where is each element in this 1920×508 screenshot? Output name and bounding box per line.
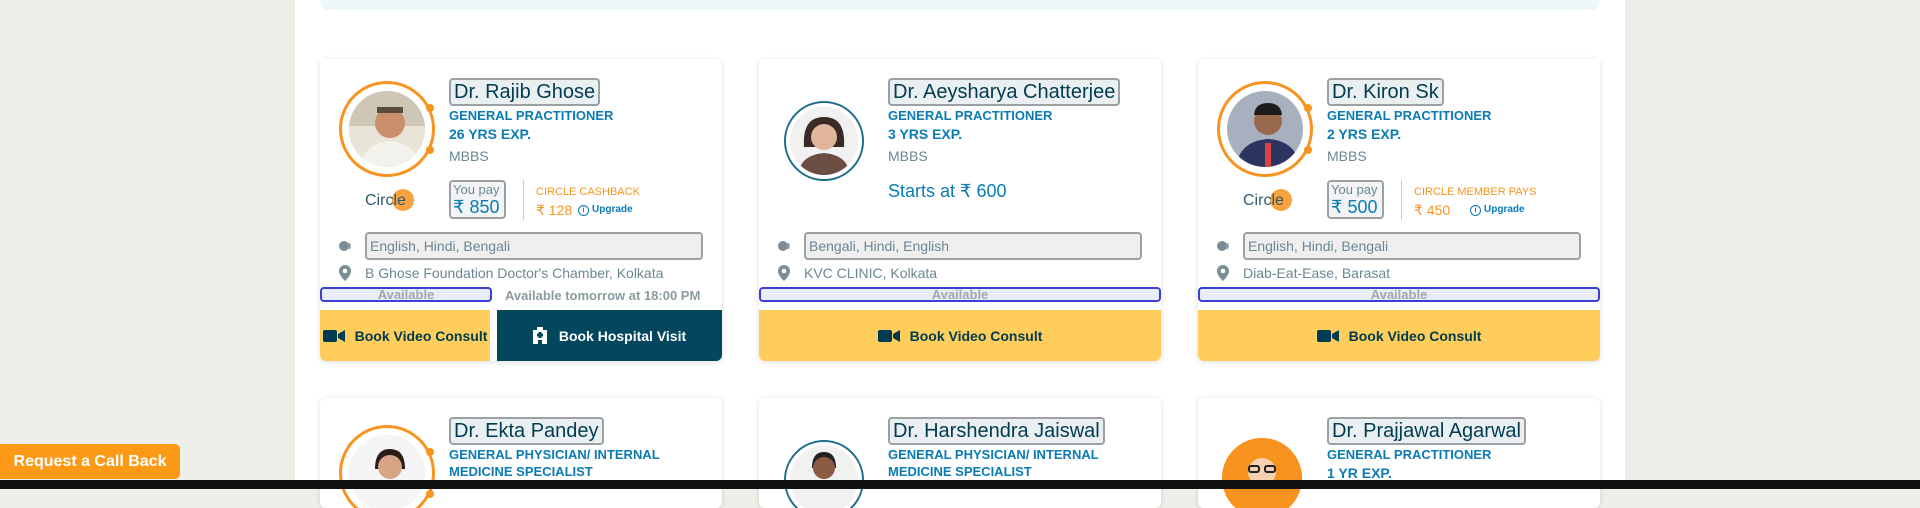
speech-icon xyxy=(1217,241,1229,251)
doctor-name[interactable]: Dr. Ekta Pandey xyxy=(449,417,604,445)
clinic-location: B Ghose Foundation Doctor's Chamber, Kol… xyxy=(365,265,664,281)
request-call-back-button[interactable]: Request a Call Back xyxy=(0,444,180,479)
doctor-avatar[interactable] xyxy=(1222,438,1302,508)
doctor-name[interactable]: Dr. Kiron Sk xyxy=(1327,78,1444,106)
clinic-location: Diab-Eat-Ease, Barasat xyxy=(1243,265,1391,281)
doctor-avatar[interactable] xyxy=(1217,81,1313,177)
doctor-name[interactable]: Dr. Rajib Ghose xyxy=(449,78,601,106)
doctor-name[interactable]: Dr. Aeysharya Chatterjee xyxy=(888,78,1121,106)
doctor-specialty: GENERAL PRACTITIONER xyxy=(1327,447,1492,462)
speech-icon xyxy=(778,241,790,251)
doctor-card[interactable]: Circle Dr. Rajib Ghose GENERAL PRACTITIO… xyxy=(320,59,722,361)
languages-field[interactable]: English, Hindi, Bengali xyxy=(365,232,703,260)
doctor-card[interactable]: Dr. Aeysharya Chatterjee GENERAL PRACTIT… xyxy=(759,59,1161,361)
video-camera-icon xyxy=(322,329,345,342)
languages-field[interactable]: Bengali, Hindi, English xyxy=(804,232,1142,260)
doctor-specialty: GENERAL PHYSICIAN/ INTERNAL MEDICINE SPE… xyxy=(449,447,660,479)
doctor-name[interactable]: Dr. Prajjawal Agarwal xyxy=(1327,417,1526,445)
doctor-card[interactable]: Circle Dr. Kiron Sk GENERAL PRACTITIONER… xyxy=(1198,59,1600,361)
map-pin-icon xyxy=(778,265,790,281)
you-pay-amount: ₹ 850 xyxy=(453,197,500,217)
doctor-specialty: GENERAL PRACTITIONER xyxy=(1327,108,1492,123)
book-hospital-visit-button[interactable]: Book Hospital Visit xyxy=(497,310,722,361)
you-pay-label: You pay xyxy=(453,182,500,197)
doctor-experience: 1 YR EXP. xyxy=(1327,465,1392,481)
you-pay-label: You pay xyxy=(1331,182,1378,197)
doctor-experience: 26 YRS EXP. xyxy=(449,126,531,142)
doctor-experience: 2 YRS EXP. xyxy=(1327,126,1402,142)
map-pin-icon xyxy=(1217,265,1229,281)
circle-logo: Circle xyxy=(1243,189,1292,211)
doctor-qualification: MBBS xyxy=(449,148,489,164)
availability-badge: Available xyxy=(320,287,492,302)
doctor-specialty: GENERAL PHYSICIAN/ INTERNAL MEDICINE SPE… xyxy=(888,447,1099,479)
circle-member-pays-label: CIRCLE MEMBER PAYS xyxy=(1414,186,1537,198)
price-divider xyxy=(523,180,524,220)
languages-field[interactable]: English, Hindi, Bengali xyxy=(1243,232,1581,260)
circle-member-pays-amount: ₹ 450 xyxy=(1414,202,1451,218)
book-video-consult-button[interactable]: Book Video Consult xyxy=(1198,310,1600,361)
top-banner xyxy=(320,0,1600,10)
availability-badge: Available xyxy=(1198,287,1600,302)
price-divider xyxy=(1401,180,1402,220)
book-video-consult-button[interactable]: Book Video Consult xyxy=(759,310,1161,361)
circle-cashback-label: CIRCLE CASHBACK xyxy=(536,186,640,198)
availability-detail: Available tomorrow at 18:00 PM xyxy=(505,288,701,303)
upgrade-link[interactable]: i Upgrade xyxy=(578,204,633,216)
starting-price: Starts at ₹ 600 xyxy=(888,181,1007,201)
doctor-qualification: MBBS xyxy=(1327,148,1367,164)
availability-badge: Available xyxy=(759,287,1161,302)
map-pin-icon xyxy=(339,265,351,281)
you-pay-amount: ₹ 500 xyxy=(1331,197,1378,217)
clinic-location: KVC CLINIC, Kolkata xyxy=(804,265,938,281)
book-video-consult-button[interactable]: Book Video Consult xyxy=(320,310,490,361)
you-pay-box: You pay ₹ 500 xyxy=(1327,180,1384,219)
doctor-card[interactable]: Dr. Prajjawal Agarwal GENERAL PRACTITION… xyxy=(1198,398,1600,508)
doctor-avatar[interactable] xyxy=(339,81,435,177)
doctor-avatar[interactable] xyxy=(784,101,864,181)
info-icon: i xyxy=(578,205,589,216)
video-camera-icon xyxy=(877,329,900,342)
doctor-specialty: GENERAL PRACTITIONER xyxy=(449,108,614,123)
bottom-bar xyxy=(0,480,1920,489)
circle-logo: Circle xyxy=(365,189,414,211)
hospital-building-icon xyxy=(532,327,547,344)
doctor-name[interactable]: Dr. Harshendra Jaiswal xyxy=(888,417,1105,445)
doctor-qualification: MBBS xyxy=(888,148,928,164)
doctor-card[interactable]: Dr. Ekta Pandey GENERAL PHYSICIAN/ INTER… xyxy=(320,398,722,508)
info-icon: i xyxy=(1470,205,1481,216)
video-camera-icon xyxy=(1316,329,1339,342)
upgrade-link[interactable]: i Upgrade xyxy=(1470,204,1525,216)
doctor-experience: 3 YRS EXP. xyxy=(888,126,963,142)
circle-cashback-amount: ₹ 128 xyxy=(536,202,573,218)
doctor-specialty: GENERAL PRACTITIONER xyxy=(888,108,1053,123)
you-pay-box: You pay ₹ 850 xyxy=(449,180,506,219)
doctor-avatar[interactable] xyxy=(784,440,864,508)
speech-icon xyxy=(339,241,351,251)
doctor-avatar[interactable] xyxy=(339,425,435,508)
doctor-card[interactable]: Dr. Harshendra Jaiswal GENERAL PHYSICIAN… xyxy=(759,398,1161,508)
